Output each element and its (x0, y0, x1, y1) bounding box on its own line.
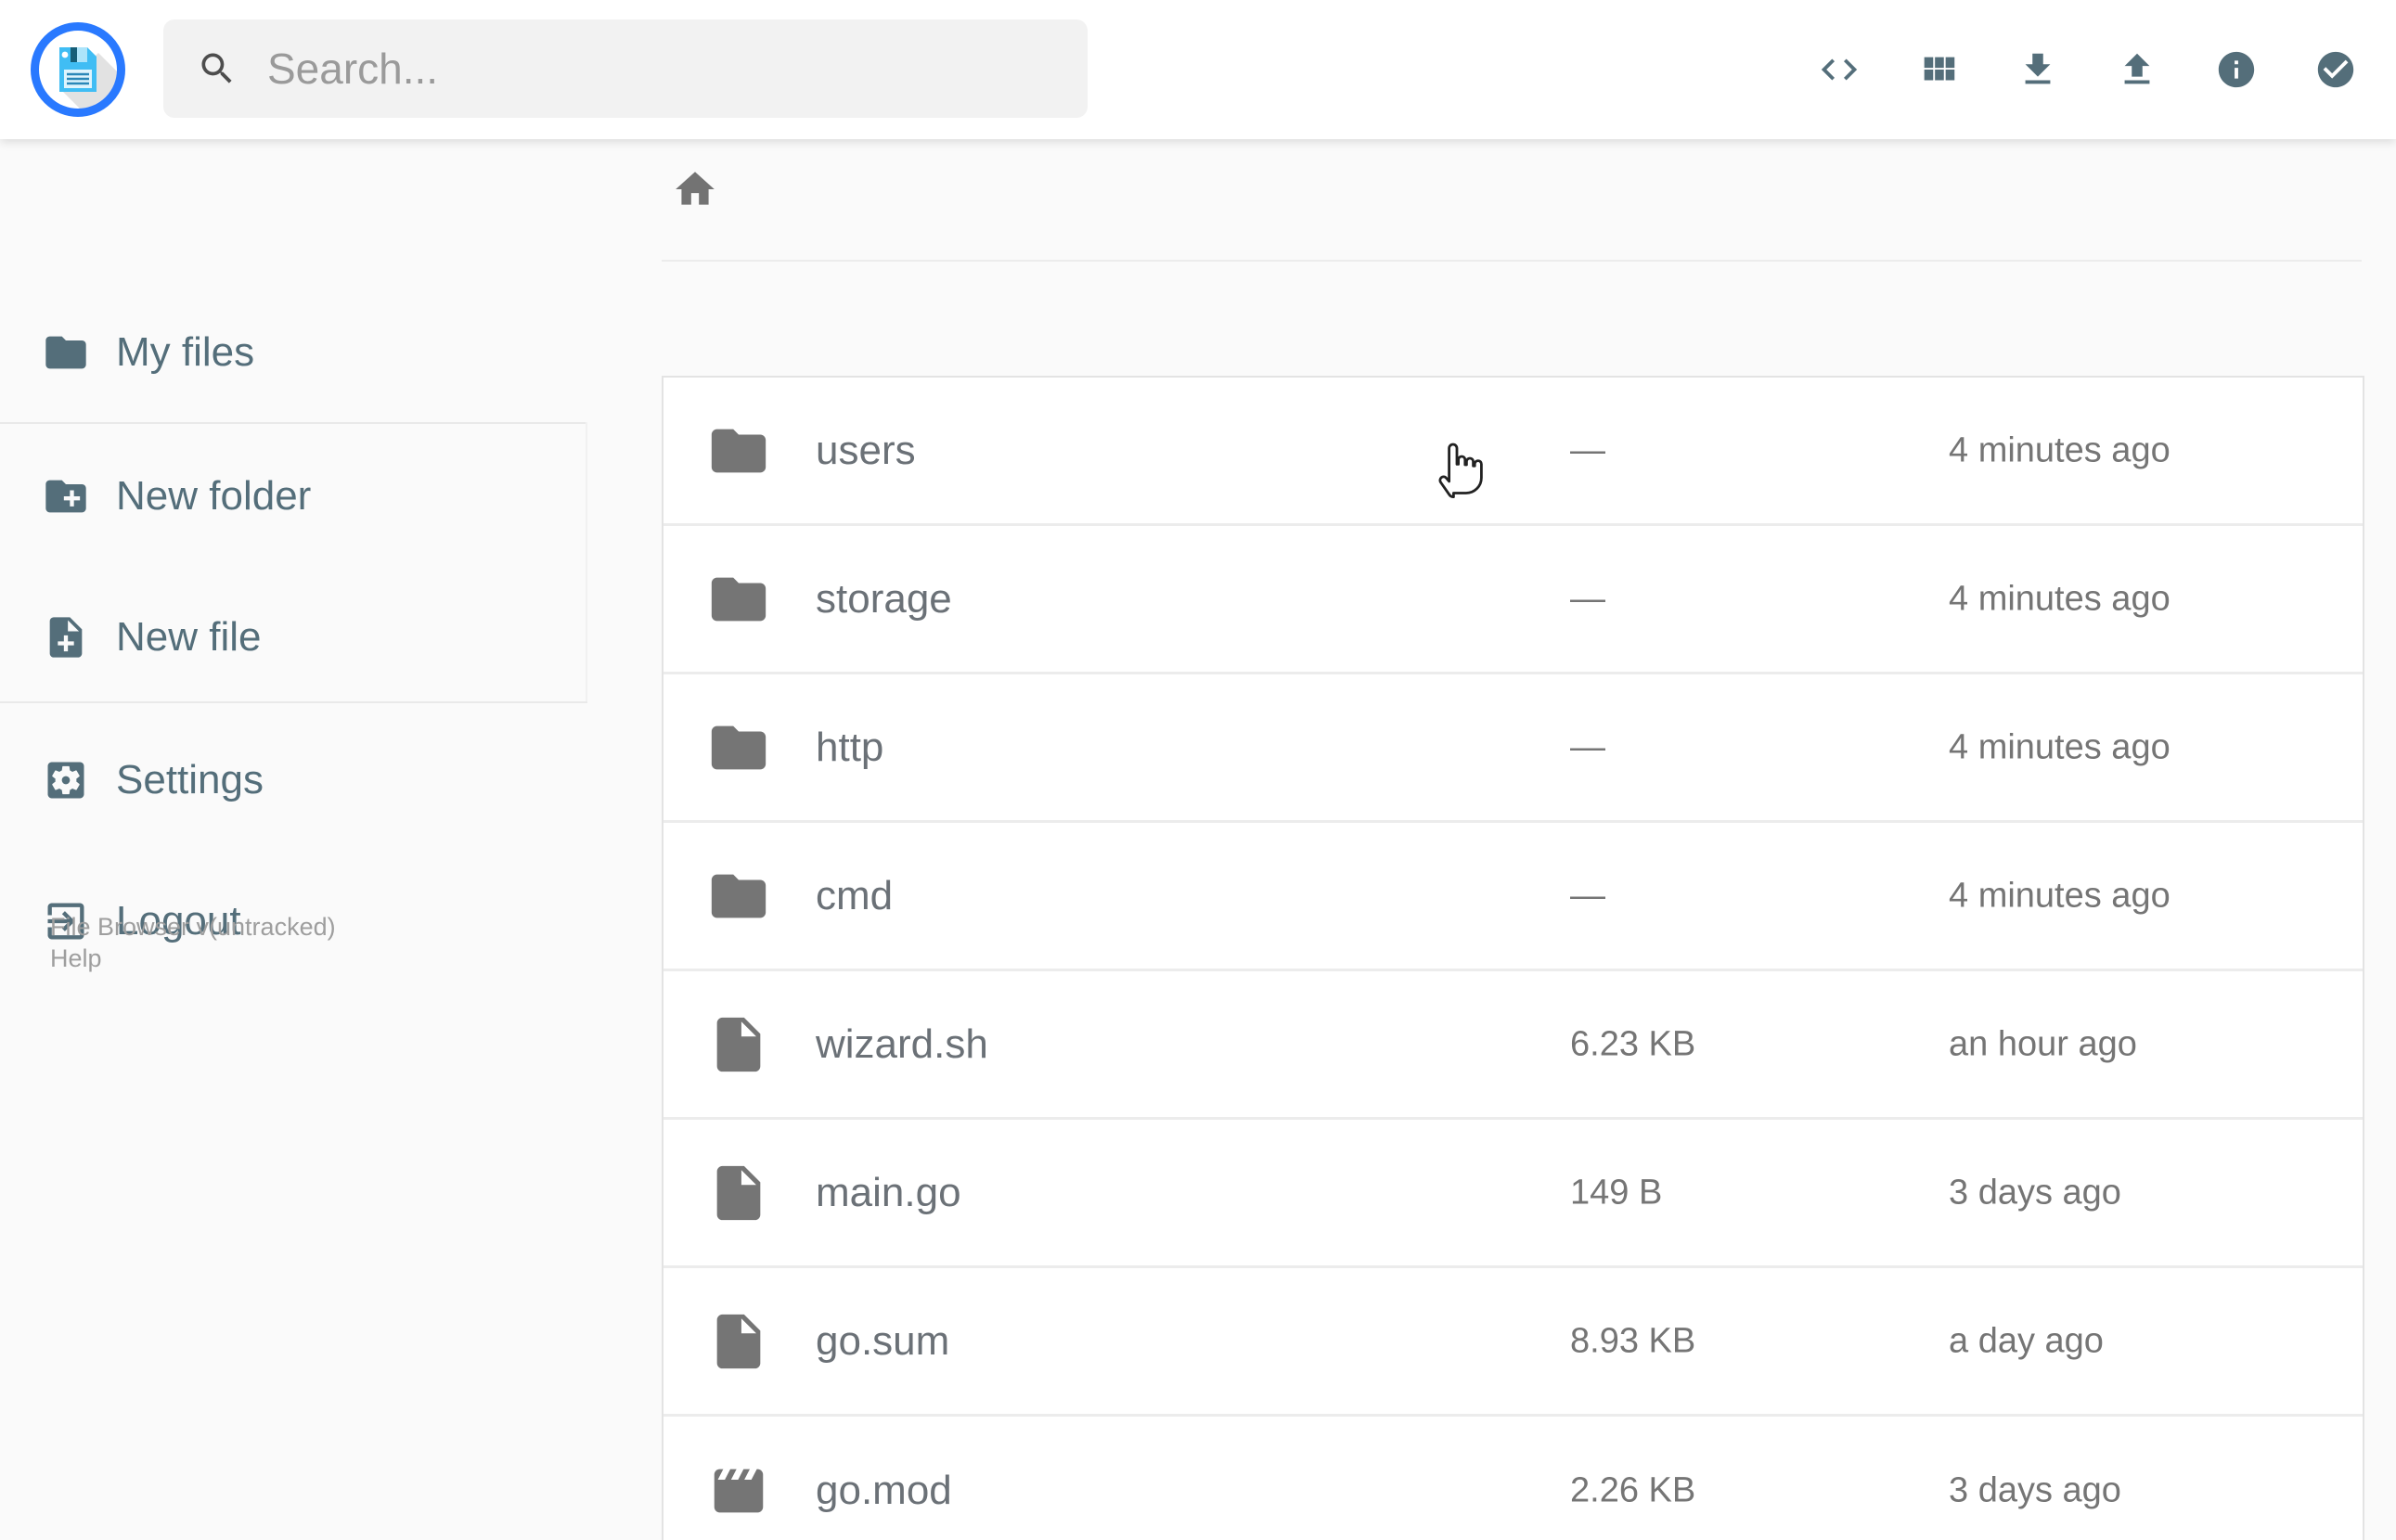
check-circle-icon (2317, 51, 2354, 88)
file-icon (716, 1017, 761, 1072)
upload-icon (2124, 53, 2150, 84)
sidebar-item-settings[interactable]: Settings (0, 743, 587, 817)
file-name: users (816, 427, 916, 473)
file-modified: 4 minutes ago (1949, 430, 2171, 469)
file-name: wizard.sh (816, 1020, 988, 1067)
file-size: — (1570, 579, 1605, 618)
file-name: http (816, 724, 884, 770)
folder-icon (711, 874, 766, 918)
table-row[interactable]: users — 4 minutes ago (663, 378, 2363, 526)
sidebar-item-label: New file (116, 614, 262, 660)
sidebar-divider (0, 422, 587, 424)
breadcrumb-divider (662, 260, 2362, 262)
table-row[interactable]: wizard.sh 6.23 KB an hour ago (663, 971, 2363, 1120)
file-name: main.go (816, 1169, 961, 1215)
search-bar[interactable] (163, 19, 1088, 118)
file-size: — (1570, 430, 1605, 469)
table-row[interactable]: http — 4 minutes ago (663, 674, 2363, 823)
file-size: 149 B (1570, 1173, 1663, 1212)
movie-icon (714, 1469, 764, 1513)
sidebar: My files New folder New file Settings Lo… (0, 139, 587, 1540)
settings-icon (47, 762, 84, 799)
file-size: — (1570, 727, 1605, 766)
shell-button[interactable] (1817, 47, 1861, 92)
new-file-icon (49, 617, 83, 658)
file-name: storage (816, 575, 952, 622)
table-row[interactable]: go.sum 8.93 KB a day ago (663, 1268, 2363, 1417)
search-icon (201, 53, 232, 83)
file-name: go.sum (816, 1317, 950, 1364)
table-row[interactable]: go.mod 2.26 KB 3 days ago (663, 1417, 2363, 1540)
file-modified: 3 days ago (1949, 1470, 2121, 1510)
folder-icon (711, 577, 766, 621)
file-icon (716, 1165, 761, 1220)
sidebar-footer: File Browser v(untracked) Help (50, 911, 336, 974)
sidebar-item-new-folder[interactable]: New folder (0, 459, 587, 533)
file-modified: 4 minutes ago (1949, 876, 2171, 915)
sidebar-item-new-file[interactable]: New file (0, 600, 587, 674)
folder-icon (711, 725, 766, 769)
file-modified: 4 minutes ago (1949, 579, 2171, 618)
home-icon (676, 172, 715, 205)
select-multiple-button[interactable] (2313, 47, 2358, 92)
info-icon (2218, 51, 2255, 88)
sidebar-item-my-files[interactable]: My files (0, 315, 587, 390)
search-input[interactable] (267, 44, 1060, 94)
filebrowser-logo (30, 21, 126, 118)
file-name: go.mod (816, 1468, 952, 1513)
sidebar-item-label: New folder (116, 473, 312, 519)
upload-button[interactable] (2115, 47, 2159, 92)
breadcrumb-home-button[interactable] (665, 160, 725, 219)
file-modified: an hour ago (1949, 1024, 2137, 1063)
download-icon (2025, 53, 2051, 84)
folder-icon (711, 429, 766, 472)
view-mode-button[interactable] (1916, 47, 1961, 92)
file-modified: a day ago (1949, 1321, 2104, 1360)
file-icon (716, 1314, 761, 1368)
file-size: 6.23 KB (1570, 1024, 1696, 1063)
file-table: users — 4 minutes ago storage — 4 minutes ago… (662, 376, 2364, 1540)
file-size: 8.93 KB (1570, 1321, 1696, 1360)
app-version-text: File Browser v(untracked) (50, 913, 336, 941)
file-size: 2.26 KB (1570, 1470, 1696, 1510)
sidebar-item-label: Settings (116, 757, 264, 802)
floppy-disk-logo-icon (31, 22, 125, 117)
grid-view-icon (1924, 57, 1955, 81)
file-modified: 3 days ago (1949, 1173, 2121, 1212)
header-actions (1817, 0, 2358, 139)
new-folder-icon (45, 480, 86, 513)
code-icon (1821, 58, 1858, 81)
file-modified: 4 minutes ago (1949, 727, 2171, 766)
sidebar-item-label: My files (116, 329, 255, 375)
file-name: cmd (816, 872, 894, 918)
table-row[interactable]: storage — 4 minutes ago (663, 526, 2363, 674)
table-row[interactable]: cmd — 4 minutes ago (663, 823, 2363, 971)
help-link[interactable]: Help (50, 943, 102, 974)
sidebar-divider (0, 701, 587, 703)
file-size: — (1570, 876, 1605, 915)
download-button[interactable] (2016, 47, 2060, 92)
info-button[interactable] (2214, 47, 2259, 92)
folder-icon (45, 336, 86, 369)
table-row[interactable]: main.go 149 B 3 days ago (663, 1120, 2363, 1268)
header (0, 0, 2396, 139)
